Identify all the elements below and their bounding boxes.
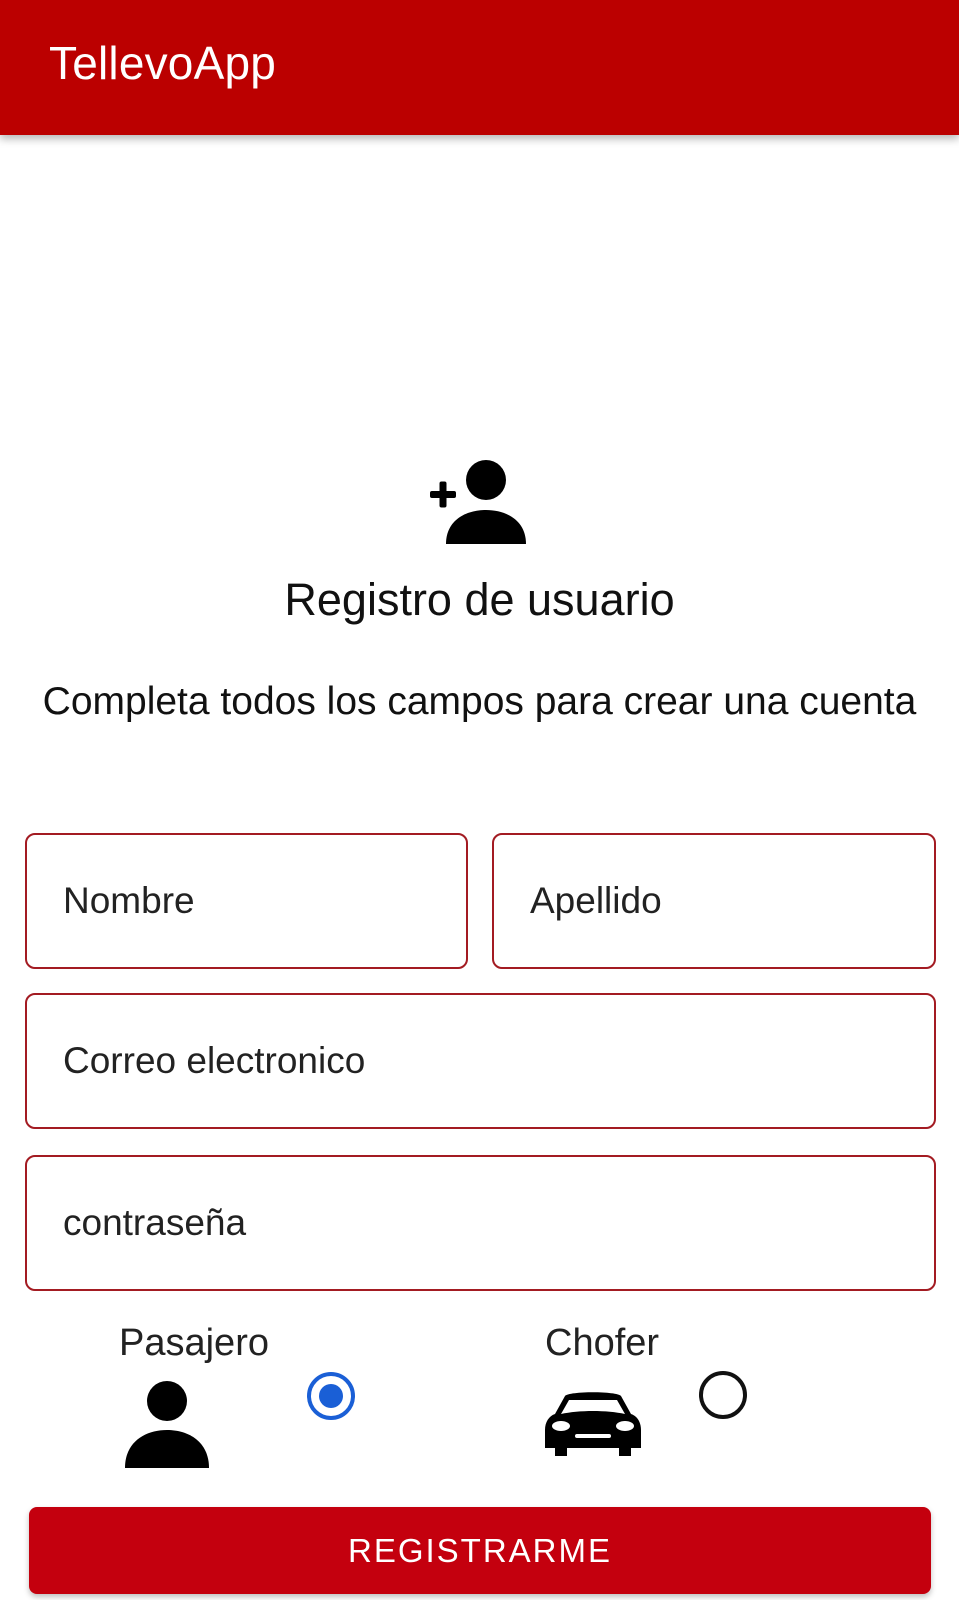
first-name-field[interactable] [25,833,468,969]
radio-selected-dot [319,1384,343,1408]
role-label-driver: Chofer [545,1322,660,1364]
page-subtitle: Completa todos los campos para crear una… [42,680,917,723]
add-user-icon [430,460,526,544]
password-input[interactable] [63,1157,910,1289]
app-toolbar: TellevoApp [0,0,959,135]
app-title: TellevoApp [49,37,277,89]
role-label-passenger: Pasajero [119,1322,269,1364]
car-icon [545,1392,641,1456]
driver-radio[interactable] [699,1371,747,1419]
email-input[interactable] [63,995,910,1127]
email-field[interactable] [25,993,936,1129]
person-icon [125,1381,209,1468]
passenger-radio[interactable] [307,1372,355,1420]
last-name-field[interactable] [492,833,936,969]
page-title: Registro de usuario [284,574,675,625]
first-name-input[interactable] [63,835,442,967]
register-button[interactable]: REGISTRARME [29,1507,931,1594]
password-field[interactable] [25,1155,936,1291]
last-name-input[interactable] [530,835,910,967]
